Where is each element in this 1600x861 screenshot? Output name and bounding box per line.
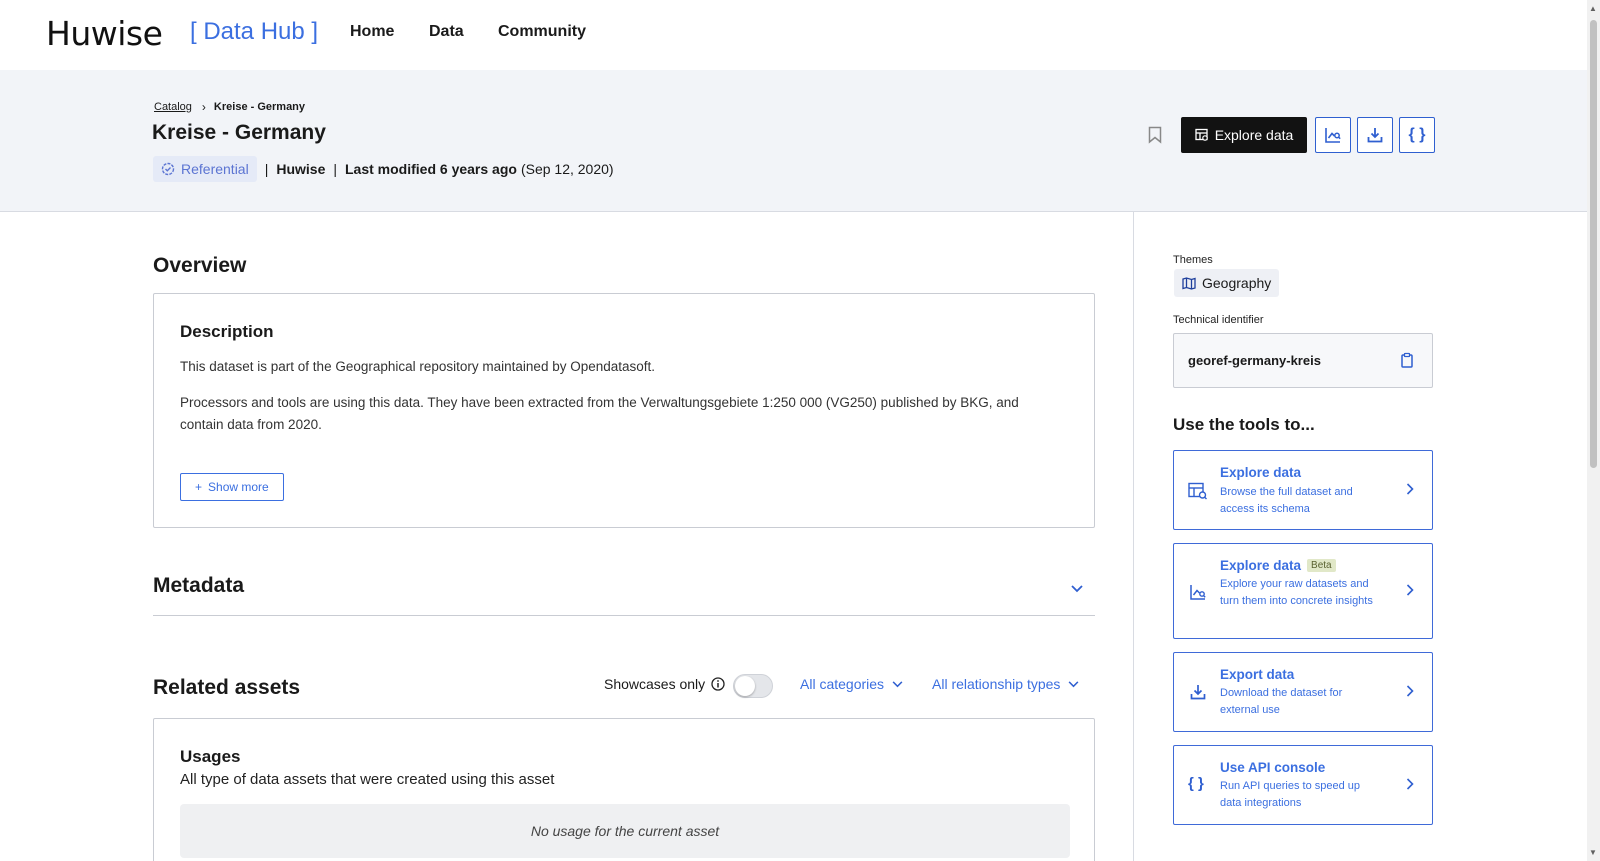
plus-icon: + (195, 480, 203, 494)
tool-api-console[interactable]: { } Use API console Run API queries to s… (1173, 745, 1433, 825)
categories-dropdown[interactable]: All categories (800, 676, 903, 692)
info-icon[interactable] (711, 677, 725, 691)
metadata-heading[interactable]: Metadata (153, 574, 244, 598)
visualize-button[interactable] (1315, 117, 1351, 153)
tool-title: Export data (1220, 667, 1295, 682)
nav-home[interactable]: Home (350, 23, 394, 41)
themes-label: Themes (1173, 254, 1213, 266)
explore-data-button[interactable]: Explore data (1181, 117, 1307, 153)
empty-usages: No usage for the current asset (180, 804, 1070, 858)
relationship-types-label: All relationship types (932, 676, 1061, 692)
tool-description: Run API queries to speed up data integra… (1220, 780, 1361, 809)
tool-title: Explore data (1220, 558, 1302, 573)
scroll-up-arrow[interactable]: ▲ (1589, 4, 1597, 13)
chevron-down-icon[interactable] (1071, 580, 1083, 598)
description-card: Description This dataset is part of the … (153, 293, 1095, 528)
technical-identifier-label: Technical identifier (1173, 314, 1264, 326)
chevron-right-icon (1406, 584, 1414, 596)
map-icon (1182, 276, 1196, 290)
data-hub-label[interactable]: [ Data Hub ] (190, 18, 318, 46)
tool-description: Explore your raw datasets and turn them … (1220, 578, 1373, 607)
separator: | (264, 161, 269, 177)
description-title: Description (180, 322, 274, 341)
braces-icon: { } (1188, 775, 1204, 792)
download-icon (1367, 128, 1383, 143)
metadata-divider (153, 615, 1095, 616)
breadcrumb-catalog-link[interactable]: Catalog (154, 101, 192, 113)
related-assets-heading: Related assets (153, 676, 301, 699)
sidebar-divider (1133, 212, 1134, 861)
referential-badge: Referential (153, 156, 257, 182)
chevron-right-icon: › (201, 100, 206, 114)
separator: | (333, 161, 337, 177)
technical-identifier-box: georef-germany-kreis (1173, 333, 1433, 388)
scroll-down-arrow[interactable]: ▼ (1589, 848, 1597, 857)
dataset-meta: Referential | Huwise | Last modified 6 y… (153, 156, 614, 182)
huwise-logo[interactable]: Huwise (46, 14, 163, 53)
braces-icon: { } (1408, 126, 1426, 143)
nav-data[interactable]: Data (429, 23, 464, 41)
theme-chip[interactable]: Geography (1174, 269, 1280, 297)
export-button[interactable] (1357, 117, 1393, 153)
modified-date: (Sep 12, 2020) (520, 161, 614, 177)
chevron-down-icon (892, 680, 903, 687)
showcases-filter: Showcases only (604, 676, 725, 692)
verified-icon (161, 162, 175, 176)
relationship-types-dropdown[interactable]: All relationship types (932, 676, 1079, 692)
chevron-right-icon (1406, 778, 1414, 790)
tool-title-row: Explore data Beta (1220, 558, 1336, 573)
usages-title: Usages (180, 747, 241, 766)
tool-explore-data-beta[interactable]: Explore data Beta Explore your raw datas… (1173, 543, 1433, 639)
tools-heading: Use the tools to... (1173, 415, 1315, 434)
copy-icon[interactable] (1400, 352, 1414, 368)
table-search-icon (1195, 128, 1208, 141)
explore-data-label: Explore data (1214, 127, 1294, 143)
showcases-toggle[interactable] (733, 674, 773, 698)
beta-badge: Beta (1307, 559, 1336, 572)
breadcrumb: Catalog › Kreise - Germany (154, 100, 305, 114)
download-icon (1190, 685, 1206, 700)
description-fade (180, 450, 1060, 464)
categories-label: All categories (800, 676, 885, 692)
api-console-button[interactable]: { } (1399, 117, 1435, 153)
chevron-right-icon (1406, 483, 1414, 495)
description-paragraph: Processors and tools are using this data… (180, 395, 1019, 432)
badge-label: Referential (181, 161, 249, 177)
breadcrumb-current: Kreise - Germany (213, 101, 306, 113)
scrollbar-thumb[interactable] (1590, 20, 1597, 468)
modified-label: Last modified 6 years ago (345, 161, 517, 177)
tool-export-data[interactable]: Export data Download the dataset for ext… (1173, 652, 1433, 732)
page-title: Kreise - Germany (152, 121, 326, 144)
tool-title: Use API console (1220, 760, 1326, 775)
description-paragraph: This dataset is part of the Geographical… (180, 359, 656, 374)
tool-description: Browse the full dataset and access its s… (1220, 486, 1353, 515)
usages-subtitle: All type of data assets that were create… (180, 771, 555, 788)
usages-card: Usages All type of data assets that were… (153, 718, 1095, 861)
show-more-label: Show more (208, 480, 269, 494)
theme-label: Geography (1202, 275, 1272, 291)
nav-community[interactable]: Community (498, 23, 586, 41)
showcases-label: Showcases only (604, 676, 706, 692)
tool-explore-data[interactable]: Explore data Browse the full dataset and… (1173, 450, 1433, 530)
publisher: Huwise (276, 161, 326, 177)
overview-heading: Overview (153, 254, 247, 277)
chart-search-icon (1190, 585, 1206, 600)
bookmark-icon[interactable] (1148, 126, 1162, 149)
table-search-icon (1188, 482, 1207, 500)
chevron-down-icon (1068, 680, 1079, 687)
tool-title: Explore data (1220, 465, 1302, 480)
tool-description: Download the dataset for external use (1220, 687, 1343, 716)
chevron-right-icon (1406, 685, 1414, 697)
technical-identifier-value: georef-germany-kreis (1188, 353, 1321, 368)
chart-search-icon (1325, 128, 1341, 143)
show-more-button[interactable]: + Show more (180, 473, 284, 501)
top-navigation: Huwise [ Data Hub ] Home Data Community (0, 0, 1587, 70)
